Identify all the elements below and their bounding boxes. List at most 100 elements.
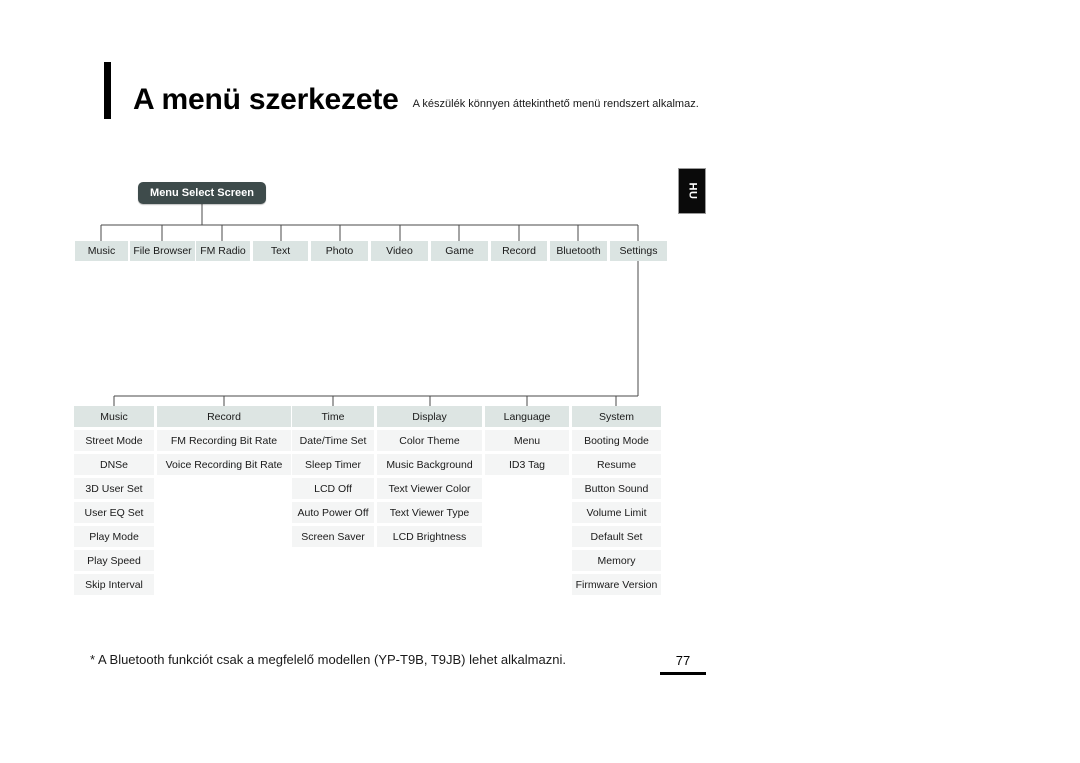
level1-node-photo[interactable]: Photo — [311, 241, 368, 261]
level2-item-label: DNSe — [99, 458, 128, 471]
level2-item[interactable]: Memory — [572, 550, 661, 571]
level2-item-label: Default Set — [590, 530, 643, 543]
level2-item-label: 3D User Set — [85, 482, 143, 495]
menu-structure-diagram: Menu Select Screen Music File Browser FM R… — [0, 0, 1080, 763]
level1-node-label: Text — [270, 245, 291, 257]
level2-item[interactable]: Resume — [572, 454, 661, 475]
level2-item[interactable]: Firmware Version — [572, 574, 661, 595]
level2-item-label: User EQ Set — [84, 506, 144, 519]
level2-item[interactable]: Text Viewer Type — [377, 502, 482, 523]
level1-node-label: Music — [87, 245, 116, 257]
level1-node-bluetooth[interactable]: Bluetooth — [550, 241, 607, 261]
level2-column-music: Music Street Mode DNSe 3D User Set User EQ S… — [74, 406, 154, 595]
level2-header-record[interactable]: Record — [157, 406, 291, 427]
level2-header-label: Display — [412, 410, 447, 423]
level2-item[interactable]: DNSe — [74, 454, 154, 475]
level2-header-label: System — [598, 410, 634, 423]
level2-item[interactable]: ID3 Tag — [485, 454, 569, 475]
level2-item[interactable]: 3D User Set — [74, 478, 154, 499]
level2-header-label: Music — [100, 410, 128, 423]
level2-item[interactable]: Booting Mode — [572, 430, 661, 451]
level1-node-label: Settings — [619, 245, 658, 257]
page-number-block: 77 — [660, 652, 706, 675]
level2-item[interactable]: Play Speed — [74, 550, 154, 571]
level2-column-time: Time Date/Time Set Sleep Timer LCD Off Auto … — [292, 406, 374, 547]
level2-item-label: Text Viewer Type — [389, 506, 470, 519]
level2-header-language[interactable]: Language — [485, 406, 569, 427]
level1-node-video[interactable]: Video — [371, 241, 428, 261]
level2-item[interactable]: Music Background — [377, 454, 482, 475]
diagram-connectors — [100, 204, 639, 406]
level2-item[interactable]: Play Mode — [74, 526, 154, 547]
level2-header-display[interactable]: Display — [377, 406, 482, 427]
level2-item-label: ID3 Tag — [509, 458, 545, 471]
level2-item-label: Booting Mode — [584, 434, 649, 447]
level2-item-label: Auto Power Off — [297, 506, 369, 519]
level2-column-record: Record FM Recording Bit Rate Voice Recordi… — [157, 406, 291, 475]
level2-item-label: Firmware Version — [575, 578, 658, 591]
level2-column-system: System Booting Mode Resume Button Sound Volu… — [572, 406, 661, 595]
level1-node-label: File Browser — [133, 245, 192, 257]
level2-item-label: Voice Recording Bit Rate — [165, 458, 283, 471]
level2-header-label: Time — [321, 410, 345, 423]
level2-item-label: Memory — [597, 554, 636, 567]
level2-item-label: Text Viewer Color — [388, 482, 471, 495]
level2-item-label: Button Sound — [584, 482, 649, 495]
level1-node-settings[interactable]: Settings — [610, 241, 667, 261]
level2-item-label: FM Recording Bit Rate — [170, 434, 278, 447]
level2-item-label: Play Speed — [87, 554, 141, 567]
level2-item-label: Resume — [596, 458, 637, 471]
menu-select-screen-node[interactable]: Menu Select Screen — [138, 182, 266, 204]
level2-item[interactable]: Auto Power Off — [292, 502, 374, 523]
level1-node-label: FM Radio — [200, 245, 246, 257]
level1-node-label: Game — [445, 245, 474, 257]
level2-item-label: LCD Brightness — [392, 530, 467, 543]
level1-node-game[interactable]: Game — [431, 241, 488, 261]
level2-item-label: LCD Off — [314, 482, 352, 495]
level1-node-music[interactable]: Music — [75, 241, 128, 261]
level2-item-label: Street Mode — [85, 434, 143, 447]
level2-item-label: Date/Time Set — [299, 434, 367, 447]
level2-item[interactable]: Skip Interval — [74, 574, 154, 595]
level2-item[interactable]: LCD Off — [292, 478, 374, 499]
level2-item[interactable]: Default Set — [572, 526, 661, 547]
level1-node-label: Video — [386, 245, 413, 257]
level2-item-label: Sleep Timer — [304, 458, 362, 471]
level2-item[interactable]: Color Theme — [377, 430, 482, 451]
level2-item-label: Menu — [513, 434, 541, 447]
level1-node-label: Bluetooth — [556, 245, 601, 257]
level2-item[interactable]: User EQ Set — [74, 502, 154, 523]
page-number-rule — [660, 672, 706, 675]
level1-node-text[interactable]: Text — [253, 241, 308, 261]
level2-header-label: Record — [207, 410, 241, 423]
level2-item[interactable]: Text Viewer Color — [377, 478, 482, 499]
level1-node-record[interactable]: Record — [491, 241, 547, 261]
level2-header-label: Language — [503, 410, 551, 423]
level2-header-music[interactable]: Music — [74, 406, 154, 427]
level1-node-fm-radio[interactable]: FM Radio — [196, 241, 250, 261]
level2-item-label: Play Mode — [89, 530, 139, 543]
level1-node-file-browser[interactable]: File Browser — [130, 241, 195, 261]
level2-item[interactable]: Menu — [485, 430, 569, 451]
level2-item-label: Volume Limit — [586, 506, 647, 519]
level2-item[interactable]: Sleep Timer — [292, 454, 374, 475]
bluetooth-footnote: * A Bluetooth funkciót csak a megfelelő … — [90, 652, 566, 667]
level2-item[interactable]: Screen Saver — [292, 526, 374, 547]
level2-item-label: Color Theme — [399, 434, 460, 447]
level2-item[interactable]: Button Sound — [572, 478, 661, 499]
level2-item[interactable]: LCD Brightness — [377, 526, 482, 547]
level2-column-display: Display Color Theme Music Background Text V… — [377, 406, 482, 547]
level2-item[interactable]: Volume Limit — [572, 502, 661, 523]
level2-item-label: Screen Saver — [301, 530, 365, 543]
level2-item[interactable]: Voice Recording Bit Rate — [157, 454, 291, 475]
level2-header-time[interactable]: Time — [292, 406, 374, 427]
level2-item[interactable]: Street Mode — [74, 430, 154, 451]
level2-header-system[interactable]: System — [572, 406, 661, 427]
level1-node-label: Photo — [325, 245, 354, 257]
menu-select-screen-label: Menu Select Screen — [150, 187, 254, 199]
level2-item[interactable]: Date/Time Set — [292, 430, 374, 451]
page-number: 77 — [675, 653, 691, 668]
level2-item[interactable]: FM Recording Bit Rate — [157, 430, 291, 451]
level2-item-label: Music Background — [386, 458, 473, 471]
level2-item-label: Skip Interval — [85, 578, 143, 591]
